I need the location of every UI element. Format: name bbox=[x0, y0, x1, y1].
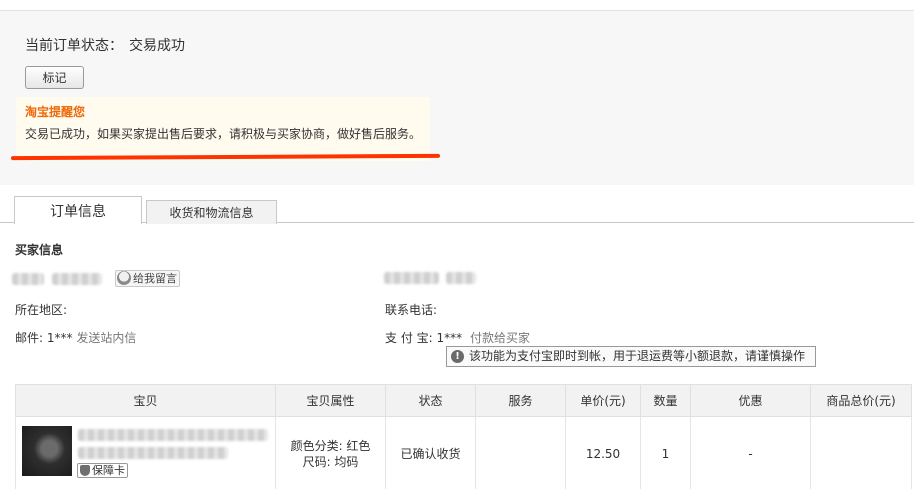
col-header-unit-price: 单价(元) bbox=[565, 384, 641, 417]
shield-icon bbox=[80, 465, 90, 476]
tab-shipping-info[interactable]: 收货和物流信息 bbox=[146, 200, 277, 224]
product-cell: 保障卡 bbox=[15, 416, 276, 489]
table-header-row: 宝贝 宝贝属性 状态 服务 单价(元) 数量 优惠 商品总价(元) bbox=[15, 384, 912, 417]
guarantee-label: 保障卡 bbox=[92, 464, 125, 477]
alipay-label: 支 付 宝: bbox=[385, 331, 433, 345]
redacted-buyer-extra bbox=[446, 272, 476, 284]
status-cell: 已确认收货 bbox=[385, 416, 476, 489]
attr-color: 颜色分类: 红色 bbox=[290, 438, 371, 453]
order-status-title: 当前订单状态： 交易成功 bbox=[25, 35, 185, 55]
order-status-value: 交易成功 bbox=[129, 38, 185, 54]
col-header-item: 宝贝 bbox=[15, 384, 276, 417]
send-message-link[interactable]: 发送站内信 bbox=[76, 331, 136, 345]
quantity-cell: 1 bbox=[640, 416, 691, 489]
product-thumbnail[interactable] bbox=[22, 426, 72, 476]
service-cell bbox=[475, 416, 566, 489]
col-header-quantity: 数量 bbox=[640, 384, 691, 417]
col-header-attributes: 宝贝属性 bbox=[275, 384, 386, 417]
alipay-warning-text: 该功能为支付宝即时到帐，用于退运费等小额退款，请谨慎操作 bbox=[469, 349, 806, 363]
pay-buyer-link[interactable]: 付款给买家 bbox=[470, 331, 530, 345]
tab-order-info[interactable]: 订单信息 bbox=[14, 196, 142, 224]
redacted-product-title-2 bbox=[78, 447, 228, 459]
order-status-label: 当前订单状态： bbox=[25, 38, 123, 54]
table-row: 保障卡 颜色分类: 红色 尺码: 均码 已确认收货 12.50 1 - bbox=[15, 416, 912, 489]
exclamation-icon: ! bbox=[451, 350, 464, 363]
alipay-row: 支 付 宝: 1*** 付款给买家 bbox=[385, 329, 530, 346]
col-header-status: 状态 bbox=[385, 384, 476, 417]
phone-label: 联系电话: bbox=[385, 303, 438, 317]
buyer-section-title: 买家信息 bbox=[15, 243, 64, 257]
redacted-buyer-name bbox=[12, 273, 44, 285]
attr-size: 尺码: 均码 bbox=[302, 454, 359, 469]
email-value: 1*** bbox=[46, 331, 73, 345]
unit-price-cell: 12.50 bbox=[565, 416, 641, 489]
email-row: 邮件: 1*** 发送站内信 bbox=[15, 329, 136, 346]
guarantee-badge[interactable]: 保障卡 bbox=[77, 463, 128, 478]
redacted-buyer-realname bbox=[384, 272, 439, 284]
reminder-title: 淘宝提醒您 bbox=[25, 105, 86, 119]
redacted-buyer-id bbox=[52, 273, 102, 285]
email-label: 邮件: bbox=[15, 331, 44, 345]
leave-message-label: 给我留言 bbox=[133, 272, 177, 285]
order-tabs: 订单信息 收货和物流信息 bbox=[0, 196, 914, 224]
discount-cell: - bbox=[690, 416, 811, 489]
reminder-text: 交易已成功，如果买家提出售后要求，请积极与买家协商，做好售后服务。 bbox=[25, 127, 422, 141]
alipay-warning-tooltip: ! 该功能为支付宝即时到帐，用于退运费等小额退款，请谨慎操作 bbox=[446, 346, 816, 367]
redacted-product-title-1 bbox=[78, 429, 268, 441]
attributes-cell: 颜色分类: 红色 尺码: 均码 bbox=[275, 416, 386, 489]
region-label: 所在地区: bbox=[15, 303, 68, 317]
col-header-service: 服务 bbox=[475, 384, 566, 417]
leave-message-button[interactable]: 给我留言 bbox=[115, 270, 180, 287]
order-items-table: 宝贝 宝贝属性 状态 服务 单价(元) 数量 优惠 商品总价(元) 保障卡 颜色… bbox=[15, 384, 912, 489]
total-cell bbox=[810, 416, 912, 489]
taobao-reminder: 淘宝提醒您 交易已成功，如果买家提出售后要求，请积极与买家协商，做好售后服务。 bbox=[16, 97, 430, 161]
mark-button[interactable]: 标记 bbox=[25, 66, 84, 89]
col-header-total: 商品总价(元) bbox=[810, 384, 912, 417]
speech-bubble-icon bbox=[117, 271, 131, 285]
col-header-discount: 优惠 bbox=[690, 384, 811, 417]
alipay-value: 1*** bbox=[436, 331, 463, 345]
